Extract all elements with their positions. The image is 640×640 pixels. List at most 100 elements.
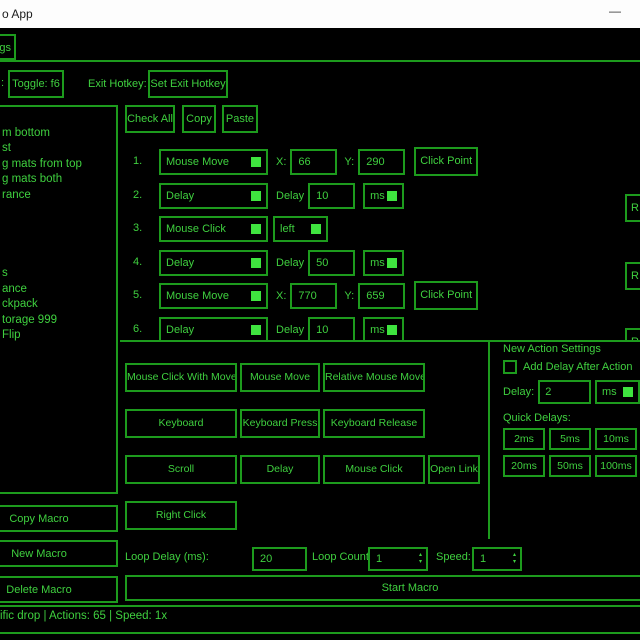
macro-list-item[interactable]	[2, 219, 116, 235]
macro-list-item[interactable]: torage 999	[2, 313, 116, 329]
macro-list-item[interactable]: Flip	[2, 328, 116, 344]
combo-indicator-icon	[387, 191, 397, 201]
add-delay-checkbox[interactable]	[503, 360, 517, 374]
macro-list-item[interactable]: s	[2, 266, 116, 282]
add-open-link-button[interactable]: Open Link	[428, 455, 480, 484]
action-type-combo[interactable]: Delay	[159, 183, 268, 209]
macro-new-macro-button[interactable]: New Macro	[0, 540, 118, 567]
speed-label: Speed:	[436, 551, 471, 563]
param-input[interactable]: 10	[308, 317, 355, 342]
param-input[interactable]: 770	[290, 283, 337, 309]
macro-list[interactable]: m bottomstg mats from topg mats bothranc…	[0, 105, 118, 494]
loop-count-label: Loop Count:	[312, 551, 372, 563]
click-point-button[interactable]: Click Point	[414, 281, 478, 310]
macro-delete-macro-button[interactable]: Delete Macro	[0, 576, 118, 603]
quick-delay-20ms-button[interactable]: 20ms	[503, 455, 545, 477]
param-label: Delay	[276, 190, 304, 202]
macro-list-item[interactable]	[2, 110, 116, 126]
loop-delay-label: Loop Delay (ms):	[125, 551, 209, 563]
combo-indicator-icon	[251, 291, 261, 301]
paste-button[interactable]: Paste	[222, 105, 258, 133]
combo-indicator-icon	[251, 325, 261, 335]
param-label: Delay	[276, 257, 304, 269]
macro-list-item[interactable]: ance	[2, 282, 116, 298]
delay-unit-combo[interactable]: ms	[595, 380, 640, 404]
quick-delay-2ms-button[interactable]: 2ms	[503, 428, 545, 450]
add-keyboard-release-button[interactable]: Keyboard Release	[323, 409, 425, 438]
macro-list-item[interactable]: g mats both	[2, 172, 116, 188]
action-type-combo[interactable]: Mouse Move	[159, 283, 268, 309]
tabstrip-divider	[0, 60, 640, 62]
macro-copy-macro-button[interactable]: Copy Macro	[0, 505, 118, 532]
toggle-hotkey-button[interactable]: Toggle: f6	[8, 70, 64, 98]
param-input[interactable]: 10	[308, 183, 355, 209]
add-delay-button[interactable]: Delay	[240, 455, 320, 484]
macro-list-item[interactable]: g mats from top	[2, 157, 116, 173]
combo-value: Mouse Click	[166, 223, 226, 235]
combo-indicator-icon	[311, 224, 321, 234]
speed-stepper[interactable]: 1 ▴▾	[472, 547, 522, 571]
combo-indicator-icon	[623, 387, 633, 397]
macro-list-item[interactable]: ckpack	[2, 297, 116, 313]
macro-list-item[interactable]	[2, 204, 116, 220]
action-button-row: KeyboardKeyboard PressKeyboard Release	[125, 409, 485, 438]
hotkey-label-fragment: :	[1, 77, 4, 89]
add-mouse-click-with-move-button[interactable]: Mouse Click With Move	[125, 363, 237, 392]
combo-indicator-icon	[251, 258, 261, 268]
param-input[interactable]: 50	[308, 250, 355, 276]
set-exit-hotkey-button[interactable]: Set Exit Hotkey	[148, 70, 228, 98]
combo-value: Delay	[166, 324, 194, 336]
stepper-arrows-icon[interactable]: ▴▾	[419, 549, 422, 569]
param-input[interactable]: 290	[358, 149, 405, 175]
add-scroll-button[interactable]: Scroll	[125, 455, 237, 484]
action-number: 3.	[133, 222, 142, 234]
action-type-combo[interactable]: Mouse Move	[159, 149, 268, 175]
add-mouse-move-button[interactable]: Mouse Move	[240, 363, 320, 392]
action-button-row: Mouse Click With MoveMouse MoveRelative …	[125, 363, 485, 392]
add-keyboard-button[interactable]: Keyboard	[125, 409, 237, 438]
combo-value: left	[280, 223, 295, 235]
action-type-combo[interactable]: Mouse Click	[159, 216, 268, 242]
tab-settings[interactable]: gs	[0, 34, 16, 60]
macro-list-item[interactable]	[2, 235, 116, 251]
action-type-combo[interactable]: Delay	[159, 317, 268, 342]
unit-combo[interactable]: ms	[363, 250, 404, 276]
delay-value-input[interactable]: 2	[538, 380, 591, 404]
add-delay-label: Add Delay After Action	[523, 361, 632, 373]
action-controls: Mouse MoveX:770Y:659Click Point	[159, 281, 478, 310]
macro-action-row: 4.DelayDelay50msR	[120, 248, 640, 277]
macro-list-item[interactable]	[2, 250, 116, 266]
param-label: Y:	[344, 156, 354, 168]
click-point-button[interactable]: Click Point	[414, 147, 478, 176]
loop-delay-input[interactable]: 20	[252, 547, 307, 571]
loop-count-stepper[interactable]: 1 ▴▾	[368, 547, 428, 571]
add-relative-mouse-move-button[interactable]: Relative Mouse Move	[323, 363, 425, 392]
quick-delay-5ms-button[interactable]: 5ms	[549, 428, 591, 450]
combo-indicator-icon	[251, 191, 261, 201]
quick-delay-10ms-button[interactable]: 10ms	[595, 428, 637, 450]
unit-combo[interactable]: ms	[363, 183, 404, 209]
quick-delay-50ms-button[interactable]: 50ms	[549, 455, 591, 477]
macro-list-item[interactable]: st	[2, 141, 116, 157]
macro-list-item[interactable]: m bottom	[2, 126, 116, 142]
action-type-combo[interactable]: Delay	[159, 250, 268, 276]
add-mouse-click-button[interactable]: Mouse Click	[323, 455, 425, 484]
param-input[interactable]: 659	[358, 283, 405, 309]
copy-button[interactable]: Copy	[182, 105, 216, 133]
statusbar-top-divider	[0, 605, 640, 607]
add-keyboard-press-button[interactable]: Keyboard Press	[240, 409, 320, 438]
quick-delay-100ms-button[interactable]: 100ms	[595, 455, 637, 477]
mouse-button-combo[interactable]: left	[273, 216, 328, 242]
titlebar: o App —	[0, 0, 640, 28]
stepper-arrows-icon[interactable]: ▴▾	[513, 549, 516, 569]
param-label: X:	[276, 156, 286, 168]
minimize-icon[interactable]: —	[598, 4, 632, 24]
quick-delays-label: Quick Delays:	[503, 412, 640, 424]
unit-combo[interactable]: ms	[363, 317, 404, 342]
check-all-button[interactable]: Check All	[125, 105, 175, 133]
add-right-click-button[interactable]: Right Click	[125, 501, 237, 530]
start-macro-button[interactable]: Start Macro	[125, 575, 640, 601]
param-input[interactable]: 66	[290, 149, 337, 175]
status-text: ific drop | Actions: 65 | Speed: 1x	[0, 610, 167, 622]
macro-list-item[interactable]: rance	[2, 188, 116, 204]
